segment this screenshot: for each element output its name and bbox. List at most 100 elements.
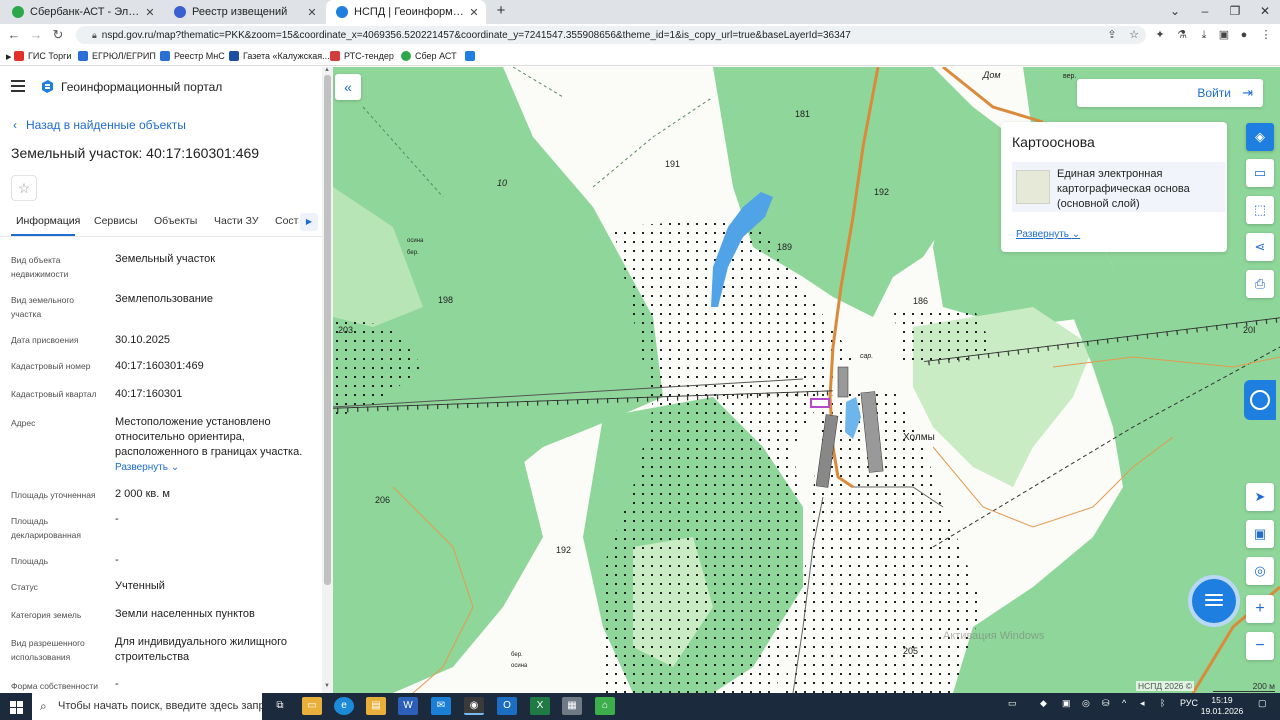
file-explorer-icon[interactable]: ▭ — [302, 697, 322, 715]
portal-header: Геоинформационный портал — [0, 67, 322, 107]
panel-scrollbar[interactable]: ▲ ▼ — [322, 67, 333, 693]
scroll-down-icon[interactable]: ▼ — [324, 683, 330, 689]
new-tab-button[interactable]: + — [486, 0, 516, 24]
bookmarks-nav-icon[interactable]: ▸ — [6, 49, 12, 63]
profile-icon[interactable]: ● — [1236, 27, 1252, 43]
layers-icon[interactable]: ◈ — [1246, 123, 1274, 151]
favorite-star-button[interactable]: ☆ — [11, 175, 37, 201]
tray-app-icon-4[interactable]: ◎ — [1082, 698, 1090, 709]
collapse-panel-button[interactable]: « — [335, 74, 361, 100]
share-map-icon[interactable]: ⋖ — [1246, 233, 1274, 261]
bookmark-star-icon[interactable]: ☆ — [1126, 27, 1142, 43]
registry-favicon-icon — [174, 6, 186, 18]
geolocation-icon[interactable]: ◎ — [1246, 557, 1274, 585]
share-icon[interactable]: ⇪ — [1104, 27, 1120, 43]
my-location-icon[interactable]: ➤ — [1246, 483, 1274, 511]
search-icon: ⌕ — [40, 699, 47, 713]
outlook-icon[interactable]: O — [497, 697, 517, 715]
login-button[interactable]: Войти ⇥ — [1077, 79, 1263, 107]
browser-tab-nspd[interactable]: НСПД | Геоинформационный п ✕ — [326, 0, 486, 24]
bookmark-sber-ast[interactable]: Сбер АСТ — [401, 49, 457, 63]
translate-icon[interactable]: ⚗ — [1174, 27, 1190, 43]
scroll-thumb[interactable] — [324, 75, 331, 585]
chrome-active-icon[interactable]: ◉ — [464, 697, 484, 715]
windows-start-icon[interactable] — [0, 693, 32, 720]
close-tab-icon[interactable]: ✕ — [142, 6, 158, 19]
home-app-icon[interactable]: ⌂ — [595, 697, 615, 715]
field-label: Кадастровый номер — [11, 361, 91, 371]
tabs-scroll-right-icon[interactable]: ▶ — [300, 213, 318, 231]
tab-label: Реестр извещений — [192, 6, 288, 18]
basemap-layer-item[interactable]: Единая электронная картографическая осно… — [1012, 162, 1225, 212]
browser-tab-registry[interactable]: Реестр извещений ✕ — [164, 0, 324, 24]
tray-app-icon-3[interactable]: ▣ — [1062, 698, 1071, 709]
address-expand-link[interactable]: Развернуть ⌄ — [115, 462, 179, 473]
ruler-icon[interactable]: ▭ — [1246, 159, 1274, 187]
scroll-up-icon[interactable]: ▲ — [324, 67, 330, 73]
support-chat-icon[interactable] — [1188, 575, 1240, 627]
basemap-expand-link[interactable]: Развернуть ⌄ — [1016, 229, 1080, 240]
forward-icon[interactable]: → — [26, 26, 46, 44]
tab-composition[interactable]: Соста — [275, 215, 299, 227]
clock-time: 15:19 — [1211, 695, 1233, 705]
zoom-out-icon[interactable]: − — [1246, 632, 1274, 660]
print-icon[interactable]: ⎙ — [1246, 270, 1274, 298]
back-icon[interactable]: ← — [4, 26, 24, 44]
address-bar-row: ← → ↻ 🔒︎ nspd.gov.ru/map?thematic=PKK&zoo… — [0, 24, 1280, 46]
close-tab-icon[interactable]: ✕ — [304, 6, 320, 19]
tab-search-icon[interactable]: ⌄ — [1160, 0, 1190, 24]
close-tab-icon[interactable]: ✕ — [466, 6, 482, 19]
back-to-results-link[interactable]: ‹ Назад в найденные объекты — [13, 118, 186, 132]
feedback-chat-icon[interactable] — [1244, 380, 1276, 420]
mail-icon[interactable]: ✉ — [431, 697, 451, 715]
calculator-icon[interactable]: ▦ — [562, 697, 582, 715]
bookmark-gazeta[interactable]: Газета «Калужская... — [229, 49, 330, 63]
zoom-in-icon[interactable]: + — [1246, 595, 1274, 623]
tray-app-icon-2[interactable]: ◆ — [1040, 698, 1047, 709]
menu-icon[interactable] — [11, 80, 25, 92]
tab-parts[interactable]: Части ЗУ — [214, 215, 259, 227]
url-field[interactable]: 🔒︎ nspd.gov.ru/map?thematic=PKK&zoom=15&c… — [76, 26, 1146, 44]
menu-dots-icon[interactable]: ⋮ — [1258, 27, 1274, 43]
bluetooth-icon[interactable]: ᛒ — [1160, 698, 1165, 708]
volume-icon[interactable]: ◂ — [1140, 698, 1145, 709]
word-icon[interactable]: W — [398, 697, 418, 715]
close-window-icon[interactable]: ✕ — [1250, 0, 1280, 24]
map-label: сар. — [860, 353, 874, 360]
notification-icon[interactable]: ▢ — [1258, 698, 1267, 709]
tab-information[interactable]: Информация — [16, 215, 80, 227]
select-area-icon[interactable]: ⬚ — [1246, 196, 1274, 224]
taskbar-clock[interactable]: 15:19 19.01.2026 — [1196, 695, 1248, 717]
task-view-icon[interactable]: ⧉ — [270, 697, 290, 715]
folder-icon[interactable]: ▤ — [366, 697, 386, 715]
restore-icon[interactable]: ❐ — [1220, 0, 1250, 24]
bookmark-gis-torgi[interactable]: ГИС Торги — [14, 49, 71, 63]
bookmark-rts[interactable]: РТС-тендер — [330, 49, 394, 63]
permitted-use-value: Для индивидуального жилищного строительс… — [115, 636, 288, 663]
nspd-favicon-icon — [336, 6, 348, 18]
edge-icon[interactable]: e — [334, 697, 354, 715]
extensions-icon[interactable]: ✦ — [1152, 27, 1168, 43]
bookmark-reestr-mns[interactable]: Реестр МнС — [160, 49, 225, 63]
download-icon[interactable]: ⤓ — [1196, 27, 1212, 43]
bookmark-egrul[interactable]: ЕГРЮЛ/ЕГРИП — [78, 49, 156, 63]
minimize-icon[interactable]: – — [1190, 0, 1220, 24]
taskbar-search-input[interactable]: ⌕ Чтобы начать поиск, введите здесь запро… — [32, 693, 262, 720]
sidebar-icon[interactable]: ▣ — [1216, 27, 1232, 43]
browser-tab-strip: Сбербанк-АСТ - Электронная т ✕ Реестр из… — [0, 0, 1280, 24]
tray-app-icon[interactable]: ▭ — [1008, 698, 1017, 709]
excel-icon[interactable]: X — [530, 697, 550, 715]
windows-taskbar: ⌕ Чтобы начать поиск, введите здесь запро… — [0, 693, 1280, 720]
browser-tab-sberbank[interactable]: Сбербанк-АСТ - Электронная т ✕ — [2, 0, 162, 24]
map-label: Дом — [983, 70, 1001, 80]
show-hidden-icons[interactable]: ^ — [1122, 698, 1126, 708]
bookmark-nspd[interactable] — [465, 49, 479, 63]
tab-objects[interactable]: Объекты — [154, 215, 197, 227]
tab-services[interactable]: Сервисы — [94, 215, 138, 227]
reload-icon[interactable]: ↻ — [48, 26, 68, 44]
tray-app-icon-5[interactable]: ⛁ — [1102, 698, 1110, 709]
field-label: Вид разрешенного использования — [11, 638, 85, 662]
minimap-icon[interactable]: ▣ — [1246, 520, 1274, 548]
map-label: 192 — [874, 187, 890, 197]
map-canvas[interactable]: Дом вер. 181 191 192 189 10 осина бер. 1… — [333, 67, 1280, 693]
